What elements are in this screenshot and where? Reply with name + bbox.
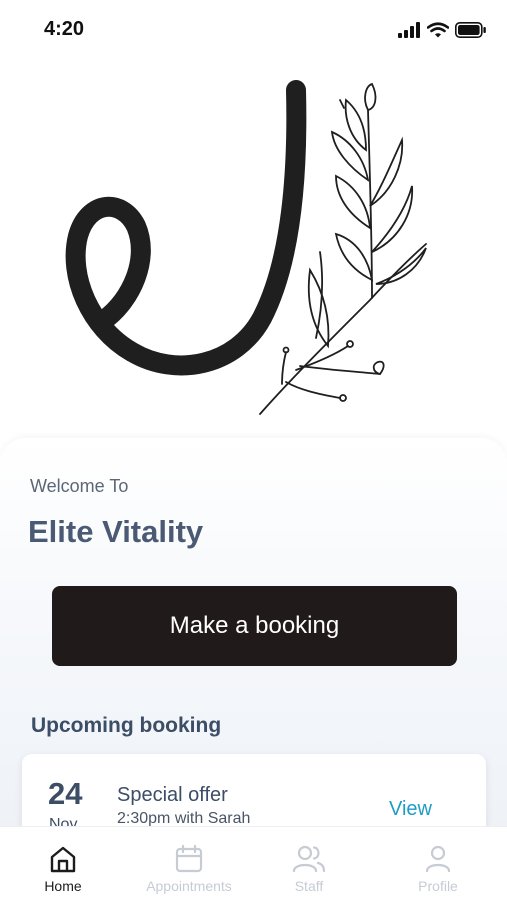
status-time: 4:20 xyxy=(44,18,85,40)
tab-profile[interactable]: Profile xyxy=(375,827,501,900)
home-panel: Welcome To Elite Vitality Make a booking… xyxy=(0,438,507,854)
users-icon xyxy=(292,845,326,873)
tab-label-staff: Staff xyxy=(294,878,324,894)
user-icon xyxy=(425,845,451,873)
status-icons xyxy=(397,22,487,38)
upcoming-booking-title: Upcoming booking xyxy=(31,714,222,737)
booking-day: 24 xyxy=(48,776,83,811)
tab-bar: Home Appointments Staff Profile xyxy=(0,826,507,900)
business-name: Elite Vitality xyxy=(28,514,204,549)
make-booking-button[interactable]: Make a booking xyxy=(52,586,457,666)
tab-staff[interactable]: Staff xyxy=(246,827,372,900)
booking-title: Special offer xyxy=(117,784,228,806)
tab-label-profile: Profile xyxy=(418,878,458,894)
calendar-icon xyxy=(175,844,203,873)
view-booking-link[interactable]: View xyxy=(389,798,432,821)
status-bar: 4:20 xyxy=(0,0,507,62)
battery-icon xyxy=(455,22,486,38)
home-icon xyxy=(50,846,76,873)
signal-icon xyxy=(398,22,420,38)
wifi-icon xyxy=(427,22,449,38)
brand-logo xyxy=(0,62,507,432)
tab-label-home: Home xyxy=(44,878,82,894)
tab-label-appointments: Appointments xyxy=(146,878,232,894)
tab-home[interactable]: Home xyxy=(0,827,126,900)
welcome-text: Welcome To xyxy=(30,476,129,496)
tab-appointments[interactable]: Appointments xyxy=(126,827,252,900)
